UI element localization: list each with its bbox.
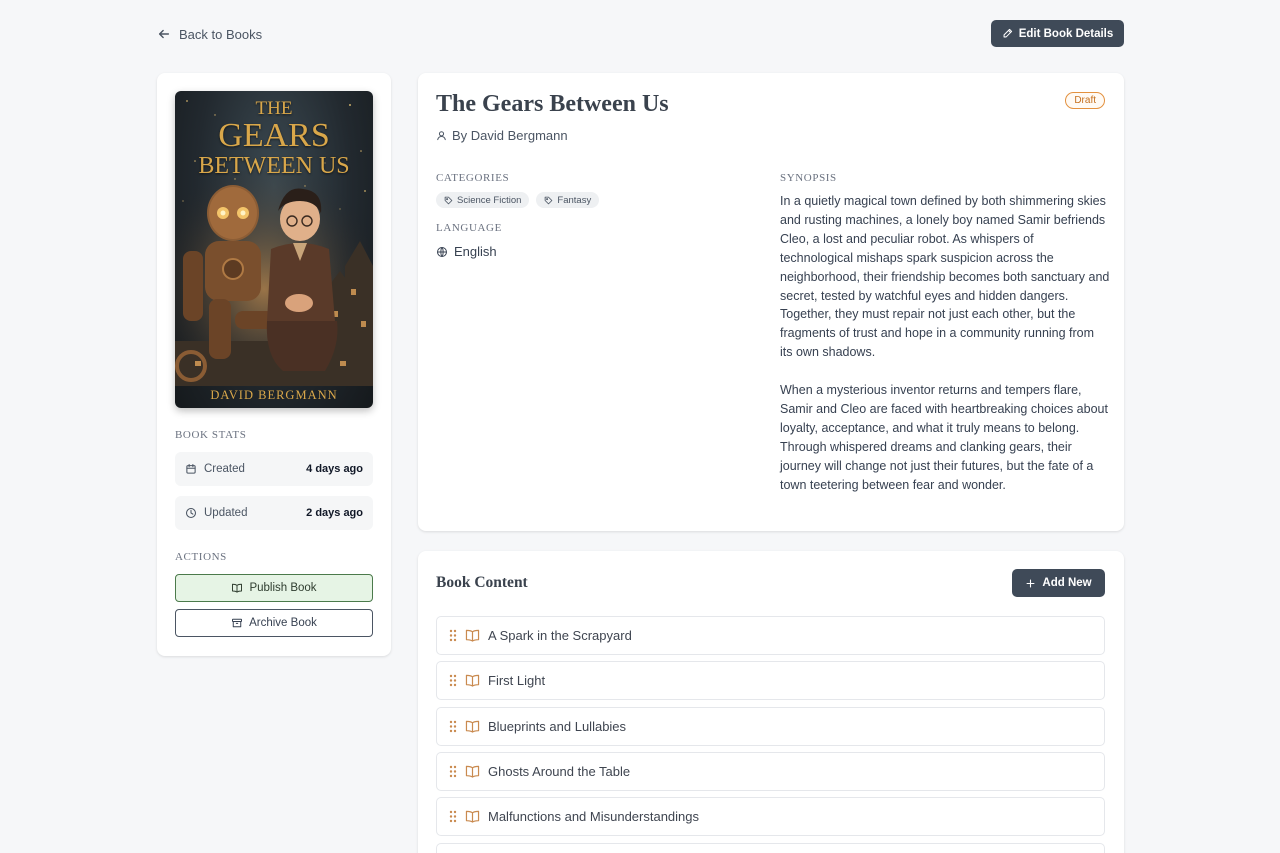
author-name: By David Bergmann [452, 128, 568, 143]
cover-title-line-2: GEARS [218, 117, 330, 154]
clock-icon [185, 507, 197, 519]
chapter-item[interactable]: Ghosts Around the Table [436, 752, 1105, 791]
chapter-item[interactable]: Blueprints and Lullabies [436, 707, 1105, 746]
category-tag: Science Fiction [436, 192, 530, 208]
grip-icon[interactable] [449, 629, 457, 642]
chapter-item[interactable] [436, 843, 1105, 853]
book-cover-image: THE GEARS BETWEEN US DAVID BERGMANN [175, 91, 373, 408]
category-tag: Fantasy [536, 192, 600, 208]
archive-button-label: Archive Book [249, 617, 317, 629]
cover-author: DAVID BERGMANN [210, 388, 338, 402]
cover-title-line-3: BETWEEN US [198, 153, 350, 179]
add-new-label: Add New [1042, 577, 1092, 589]
tag-icon [444, 196, 453, 204]
synopsis-heading: SYNOPSIS [780, 172, 837, 184]
category-label: Science Fiction [457, 194, 522, 206]
publish-book-button[interactable]: Publish Book [175, 574, 373, 602]
cover-title: THE GEARS BETWEEN US [175, 99, 373, 178]
chapter-title: Blueprints and Lullabies [488, 719, 627, 734]
grip-icon[interactable] [449, 765, 457, 778]
archive-book-button[interactable]: Archive Book [175, 609, 373, 637]
grip-icon[interactable] [449, 674, 457, 687]
book-sidebar-card: THE GEARS BETWEEN US DAVID BERGMANN BOOK… [157, 73, 391, 656]
chapter-title: A Spark in the Scrapyard [488, 628, 632, 643]
back-to-books-link[interactable]: Back to Books [157, 24, 262, 44]
chapter-item[interactable]: Malfunctions and Misunderstandings [436, 797, 1105, 836]
categories-heading: CATEGORIES [436, 172, 510, 184]
chapter-title: First Light [488, 673, 546, 688]
book-open-icon [465, 674, 480, 687]
synopsis-text: In a quietly magical town defined by bot… [780, 192, 1110, 494]
created-stat: Created 4 days ago [175, 452, 373, 486]
book-open-icon [465, 720, 480, 733]
cover-title-line-1: THE [255, 98, 293, 119]
language-heading: LANGUAGE [436, 222, 502, 234]
book-open-icon [232, 583, 243, 593]
calendar-icon [186, 463, 196, 474]
actions-heading: ACTIONS [175, 551, 227, 563]
grip-icon[interactable] [449, 720, 457, 733]
book-open-icon [465, 629, 480, 642]
add-new-button[interactable]: Add New [1012, 569, 1105, 597]
book-open-icon [465, 810, 480, 823]
language-line: English [436, 244, 497, 259]
plus-icon [1026, 579, 1035, 587]
synopsis-paragraph-1: In a quietly magical town defined by bot… [780, 194, 1110, 360]
arrow-left-icon [158, 29, 170, 39]
status-badge: Draft [1065, 92, 1105, 109]
book-open-icon [465, 765, 480, 778]
user-icon [437, 131, 446, 141]
author-line: By David Bergmann [436, 128, 568, 143]
back-link-label: Back to Books [179, 26, 263, 42]
synopsis-paragraph-2: When a mysterious inventor returns and t… [780, 383, 1108, 492]
created-value: 4 days ago [306, 463, 363, 475]
chapter-title: Malfunctions and Misunderstandings [488, 809, 700, 824]
cover-illustration [175, 171, 373, 386]
chapter-title: Ghosts Around the Table [488, 764, 631, 779]
book-title: The Gears Between Us [436, 91, 669, 117]
publish-button-label: Publish Book [249, 582, 317, 594]
created-label: Created [204, 463, 245, 475]
grip-icon[interactable] [449, 810, 457, 823]
archive-icon [232, 618, 243, 628]
edit-book-details-button[interactable]: Edit Book Details [991, 20, 1124, 47]
category-label: Fantasy [557, 194, 592, 206]
edit-button-label: Edit Book Details [1018, 27, 1114, 40]
updated-stat: Updated 2 days ago [175, 496, 373, 530]
book-stats-heading: BOOK STATS [175, 429, 247, 441]
language-value: English [454, 244, 497, 259]
updated-label: Updated [204, 507, 248, 519]
globe-icon [437, 246, 447, 257]
chapter-item[interactable]: First Light [436, 661, 1105, 700]
chapter-item[interactable]: A Spark in the Scrapyard [436, 616, 1105, 655]
tag-icon [545, 196, 553, 204]
book-content-card: Book Content Add New A Spark in the Scra… [418, 551, 1124, 853]
book-detail-page: Back to Books Edit Book Details THE GEAR… [0, 0, 1280, 853]
pencil-icon [1003, 28, 1012, 38]
updated-value: 2 days ago [306, 507, 363, 519]
book-content-heading: Book Content [436, 574, 528, 591]
category-tags: Science Fiction Fantasy [436, 192, 600, 208]
book-info-card: The Gears Between Us Draft By David Berg… [418, 73, 1124, 531]
